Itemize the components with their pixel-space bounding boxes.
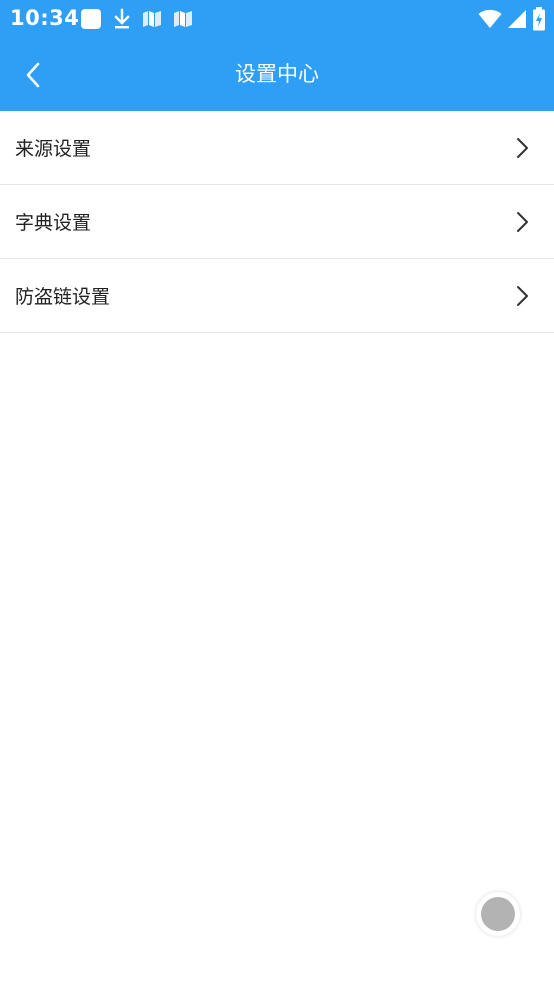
settings-list: 来源设置 字典设置 防盗链设置 (0, 111, 554, 333)
settings-item-label: 防盗链设置 (15, 286, 111, 308)
chevron-right-icon (517, 211, 528, 232)
status-time: 10:34 (10, 6, 80, 30)
settings-item-dictionary[interactable]: 字典设置 (0, 185, 554, 259)
app-square-icon (81, 9, 101, 29)
settings-screen: 10:34 设置中心 来源设置 字典设置 防盗链设置 (0, 0, 554, 985)
wifi-icon (478, 9, 502, 28)
settings-item-label: 来源设置 (15, 138, 92, 160)
settings-item-anti-leech[interactable]: 防盗链设置 (0, 259, 554, 333)
status-icons-left (80, 7, 204, 31)
map-icon (143, 11, 161, 27)
floating-ball-button[interactable] (476, 892, 520, 936)
chevron-right-icon (517, 285, 528, 306)
app-header: 设置中心 (0, 38, 554, 111)
settings-item-label: 字典设置 (15, 212, 92, 234)
status-bar: 10:34 (0, 0, 554, 38)
settings-item-source[interactable]: 来源设置 (0, 111, 554, 185)
signal-icon (508, 10, 526, 28)
chevron-right-icon (517, 137, 528, 158)
map-icon (174, 11, 192, 27)
download-icon (114, 8, 130, 29)
status-icons-right (473, 6, 546, 32)
battery-charging-icon (533, 7, 545, 31)
page-title: 设置中心 (235, 62, 319, 86)
floating-ball-icon (481, 897, 515, 931)
